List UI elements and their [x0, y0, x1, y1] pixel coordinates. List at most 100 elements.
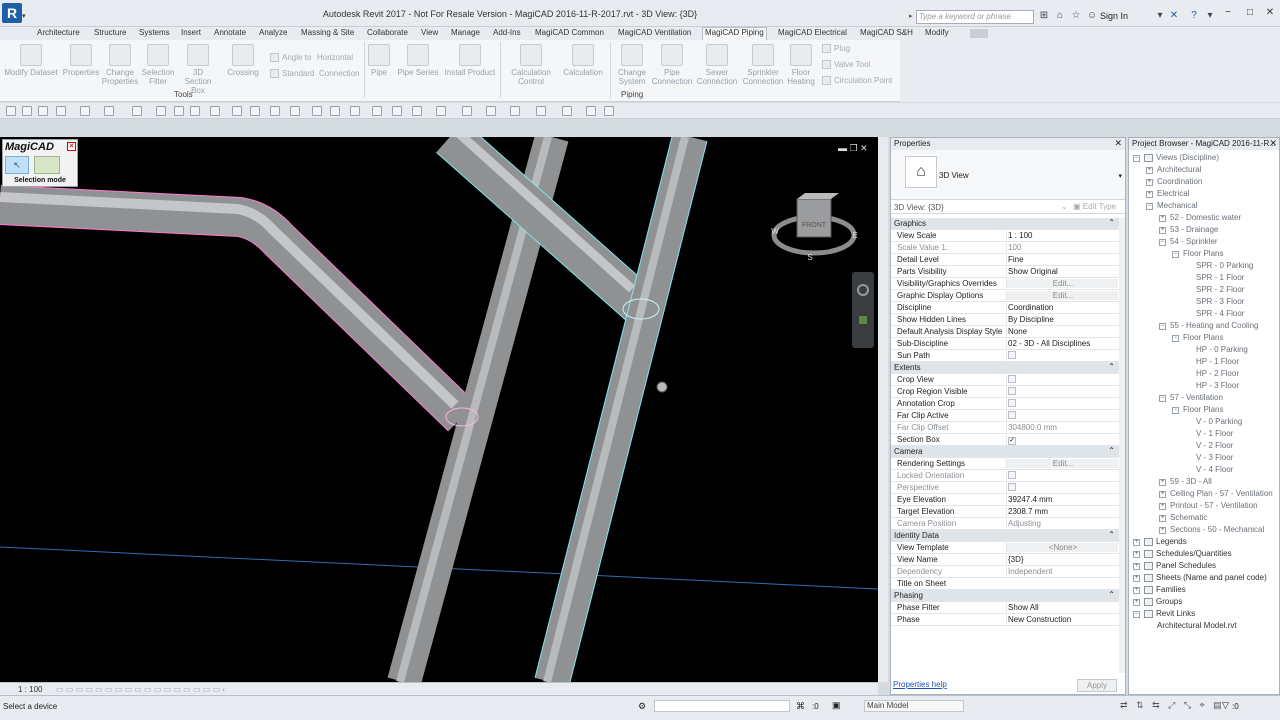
filter-icon[interactable]: ▽ — [1222, 700, 1229, 711]
sewer-connection-button[interactable]: Sewer Connection — [694, 44, 740, 86]
zoom-icon[interactable] — [859, 316, 867, 324]
tree-node[interactable]: HP - 1 Floor — [1129, 356, 1280, 368]
3d-viewport[interactable]: FRONT W E S — [0, 137, 878, 682]
tree-node[interactable]: − Revit Links — [1129, 608, 1280, 620]
property-group-header[interactable]: Identity Data ⌃ — [891, 530, 1119, 542]
property-value[interactable]: Independent — [1006, 567, 1118, 576]
exchange-icon[interactable]: ✕ — [1168, 10, 1180, 22]
checkbox[interactable] — [1008, 375, 1016, 383]
pipe-button[interactable]: Pipe — [366, 44, 392, 77]
property-value[interactable]: Coordination — [1006, 303, 1118, 312]
section-box-button[interactable]: 3D Section Box — [177, 44, 219, 95]
steering-wheel-icon[interactable] — [857, 284, 869, 296]
horizontal-button[interactable]: Horizontal — [317, 53, 353, 62]
tree-node[interactable]: SPR - 3 Floor — [1129, 296, 1280, 308]
checkbox[interactable]: ✓ — [1008, 437, 1016, 445]
tree-node[interactable]: SPR - 0 Parking — [1129, 260, 1280, 272]
tab-annotate[interactable]: Annotate — [214, 28, 246, 37]
property-checkbox[interactable] — [1006, 387, 1118, 397]
tree-node[interactable]: SPR - 1 Floor — [1129, 272, 1280, 284]
expand-toggle-icon[interactable]: + — [1159, 479, 1166, 486]
expand-toggle-icon[interactable]: + — [1133, 551, 1140, 558]
tree-node[interactable]: Architectural Model.rvt — [1129, 620, 1280, 632]
tree-node[interactable]: − Mechanical — [1129, 200, 1280, 212]
property-edit-button[interactable]: Edit... — [1006, 279, 1118, 288]
measure-icon[interactable] — [132, 106, 142, 116]
user-icon[interactable]: ☺ — [1086, 10, 1098, 22]
property-value[interactable]: Show All — [1006, 603, 1118, 612]
grid-icon[interactable] — [312, 106, 322, 116]
property-row[interactable]: Detail Level Fine — [891, 254, 1119, 266]
circulation-point-button[interactable]: Circulation Point — [822, 76, 892, 86]
tab-architecture[interactable]: Architecture — [37, 28, 80, 37]
collapse-toggle-icon[interactable]: − — [1172, 251, 1179, 258]
print-icon[interactable] — [104, 106, 114, 116]
maximize-button[interactable]: □ — [1242, 7, 1258, 21]
expand-toggle-icon[interactable]: + — [1159, 215, 1166, 222]
property-value[interactable]: 02 - 3D - All Disciplines — [1006, 339, 1118, 348]
tree-node[interactable]: + Printout - 57 - Ventilation — [1129, 500, 1280, 512]
property-row[interactable]: Far Clip Offset 304800.0 mm — [891, 422, 1119, 434]
property-group-header[interactable]: Graphics ⌃ — [891, 218, 1119, 230]
property-value[interactable]: New Construction — [1006, 615, 1118, 624]
property-row[interactable]: View Name {3D} — [891, 554, 1119, 566]
tag-icon[interactable] — [174, 106, 184, 116]
list-icon[interactable] — [330, 106, 340, 116]
tree-node[interactable]: − Views (Discipline) — [1129, 152, 1280, 164]
property-value[interactable]: 2308.7 mm — [1006, 507, 1118, 516]
rotate-icon[interactable] — [412, 106, 422, 116]
expand-toggle-icon[interactable]: + — [1133, 587, 1140, 594]
bent-pipe[interactable] — [0, 186, 476, 431]
tree-node[interactable]: − Floor Plans — [1129, 332, 1280, 344]
restore-view-icon[interactable]: ❐ — [850, 143, 858, 153]
offset-icon[interactable] — [562, 106, 572, 116]
property-value[interactable]: 304800.0 mm — [1006, 423, 1118, 432]
tree-node[interactable]: +52 - Domestic water — [1129, 212, 1280, 224]
plug-button[interactable]: Plug — [822, 44, 850, 54]
angle-to-button[interactable]: Angle to — [270, 53, 311, 63]
design-option-select[interactable]: Main Model — [864, 700, 964, 712]
property-value[interactable]: Fine — [1006, 255, 1118, 264]
tab-insert[interactable]: Insert — [181, 28, 201, 37]
pin-icon[interactable] — [586, 106, 596, 116]
tree-node[interactable]: V - 4 Floor — [1129, 464, 1280, 476]
chevron-down-icon[interactable]: ▾ — [1204, 10, 1216, 22]
close-icon[interactable]: ✕ — [67, 142, 76, 151]
property-row[interactable]: Scale Value 1: 100 — [891, 242, 1119, 254]
properties-scrollbar[interactable] — [1119, 218, 1125, 673]
tab-collaborate[interactable]: Collaborate — [367, 28, 408, 37]
app-menu-button[interactable]: R — [2, 3, 22, 23]
tree-node[interactable]: + Families — [1129, 584, 1280, 596]
property-row[interactable]: Discipline Coordination — [891, 302, 1119, 314]
expand-toggle-icon[interactable]: + — [1146, 179, 1153, 186]
design-options-icon[interactable]: ▣ — [832, 700, 841, 711]
dimension-icon[interactable] — [156, 106, 166, 116]
tree-node[interactable]: + Architectural — [1129, 164, 1280, 176]
tree-node[interactable]: −55 - Heating and Cooling — [1129, 320, 1280, 332]
property-row[interactable]: Eye Elevation 39247.4 mm — [891, 494, 1119, 506]
property-row[interactable]: Dependency Independent — [891, 566, 1119, 578]
close-button[interactable]: ✕ — [1262, 7, 1278, 21]
pipe-model-canvas[interactable]: FRONT W E S — [0, 137, 878, 682]
expand-toggle-icon[interactable]: + — [1146, 191, 1153, 198]
expand-toggle-icon[interactable]: + — [1133, 563, 1140, 570]
pipe-connection-button[interactable]: Pipe Connection — [650, 44, 694, 86]
tree-node[interactable]: + Legends — [1129, 536, 1280, 548]
property-value[interactable]: 1 : 100 — [1006, 231, 1118, 240]
delete-icon[interactable] — [604, 106, 614, 116]
property-edit-button[interactable]: <None> — [1006, 543, 1118, 552]
property-group-header[interactable]: Camera ⌃ — [891, 446, 1119, 458]
property-checkbox[interactable] — [1006, 471, 1118, 481]
collapse-toggle-icon[interactable]: − — [1159, 239, 1166, 246]
properties-button[interactable]: Properties — [61, 44, 101, 77]
selection-filters-icon[interactable]: ⇄ ⇅ ⇆ ⤢ ⤡ ⌖ ▤ — [1120, 700, 1225, 711]
tree-node[interactable]: + Ceiling Plan - 57 - Ventilation — [1129, 488, 1280, 500]
checkbox[interactable] — [1008, 351, 1016, 359]
viewcube[interactable]: FRONT W E S — [771, 193, 858, 262]
tree-node[interactable]: + Electrical — [1129, 188, 1280, 200]
property-row[interactable]: Annotation Crop — [891, 398, 1119, 410]
tree-node[interactable]: + Panel Schedules — [1129, 560, 1280, 572]
collapse-toggle-icon[interactable]: − — [1146, 203, 1153, 210]
binoculars-icon[interactable]: ⊞ — [1038, 10, 1050, 22]
detail-level-icon[interactable]: ▭ ▭ ▭ ▭ ▭ ▭ ▭ ▭ ▭ ▭ ▭ ▭ ▭ ▭ ▭ ▭ ▭ ‹ — [56, 685, 225, 694]
